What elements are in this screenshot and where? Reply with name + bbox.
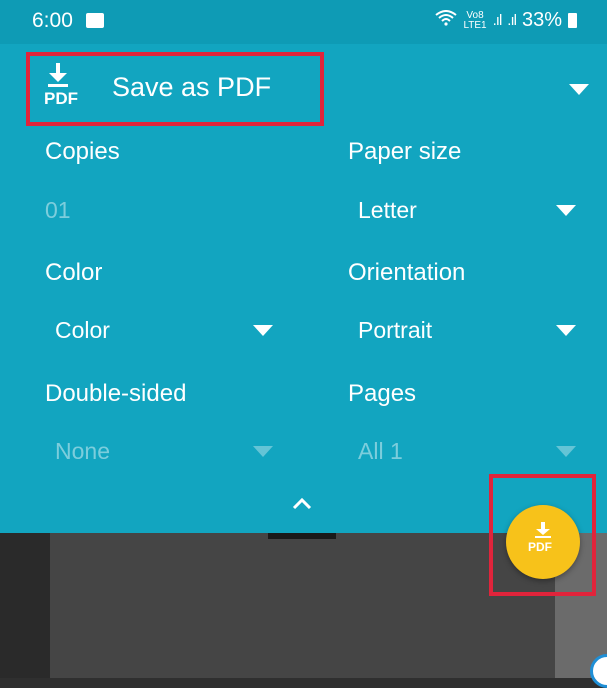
double-sided-dropdown-icon[interactable] xyxy=(253,446,273,457)
wifi-icon xyxy=(435,9,458,32)
highlight-box-fab xyxy=(489,474,596,596)
status-bar: 6:00 Vo8 LTE1 .ıl .ıl 33% xyxy=(0,0,607,44)
signal-icon-2: .ıl xyxy=(507,12,517,29)
paper-size-dropdown-icon[interactable] xyxy=(556,205,576,216)
pages-label: Pages xyxy=(348,380,417,407)
pages-select[interactable]: All 1 xyxy=(358,438,403,465)
highlight-box-printer xyxy=(26,52,324,126)
battery-icon xyxy=(568,13,577,28)
status-indicators: Vo8 LTE1 .ıl .ıl 33% xyxy=(435,9,577,32)
paper-size-label: Paper size xyxy=(348,138,462,165)
preview-edge xyxy=(268,533,336,539)
battery-percent: 33% xyxy=(521,9,562,31)
network-label-top: Vo8 xyxy=(466,9,484,21)
copies-label: Copies xyxy=(45,138,120,165)
copies-input[interactable]: 01 xyxy=(45,197,71,224)
paper-size-select[interactable]: Letter xyxy=(358,197,417,224)
status-time: 6:00 xyxy=(32,9,73,32)
gallery-notification-icon xyxy=(86,13,104,28)
double-sided-label: Double-sided xyxy=(45,380,187,407)
color-dropdown-icon[interactable] xyxy=(253,325,273,336)
chevron-up-icon[interactable] xyxy=(291,495,313,511)
color-select[interactable]: Color xyxy=(55,317,110,344)
preview-background xyxy=(0,533,50,678)
orientation-dropdown-icon[interactable] xyxy=(556,325,576,336)
orientation-select[interactable]: Portrait xyxy=(358,317,432,344)
network-label-bottom: LTE1 xyxy=(463,19,487,31)
printer-dropdown-icon[interactable] xyxy=(569,84,589,95)
color-label: Color xyxy=(45,259,103,286)
document-preview xyxy=(50,533,555,678)
signal-icon: .ıl xyxy=(492,12,503,29)
double-sided-select[interactable]: None xyxy=(55,438,110,465)
orientation-label: Orientation xyxy=(348,259,466,286)
pages-dropdown-icon[interactable] xyxy=(556,446,576,457)
network-type-indicator: Vo8 LTE1 xyxy=(463,9,487,31)
